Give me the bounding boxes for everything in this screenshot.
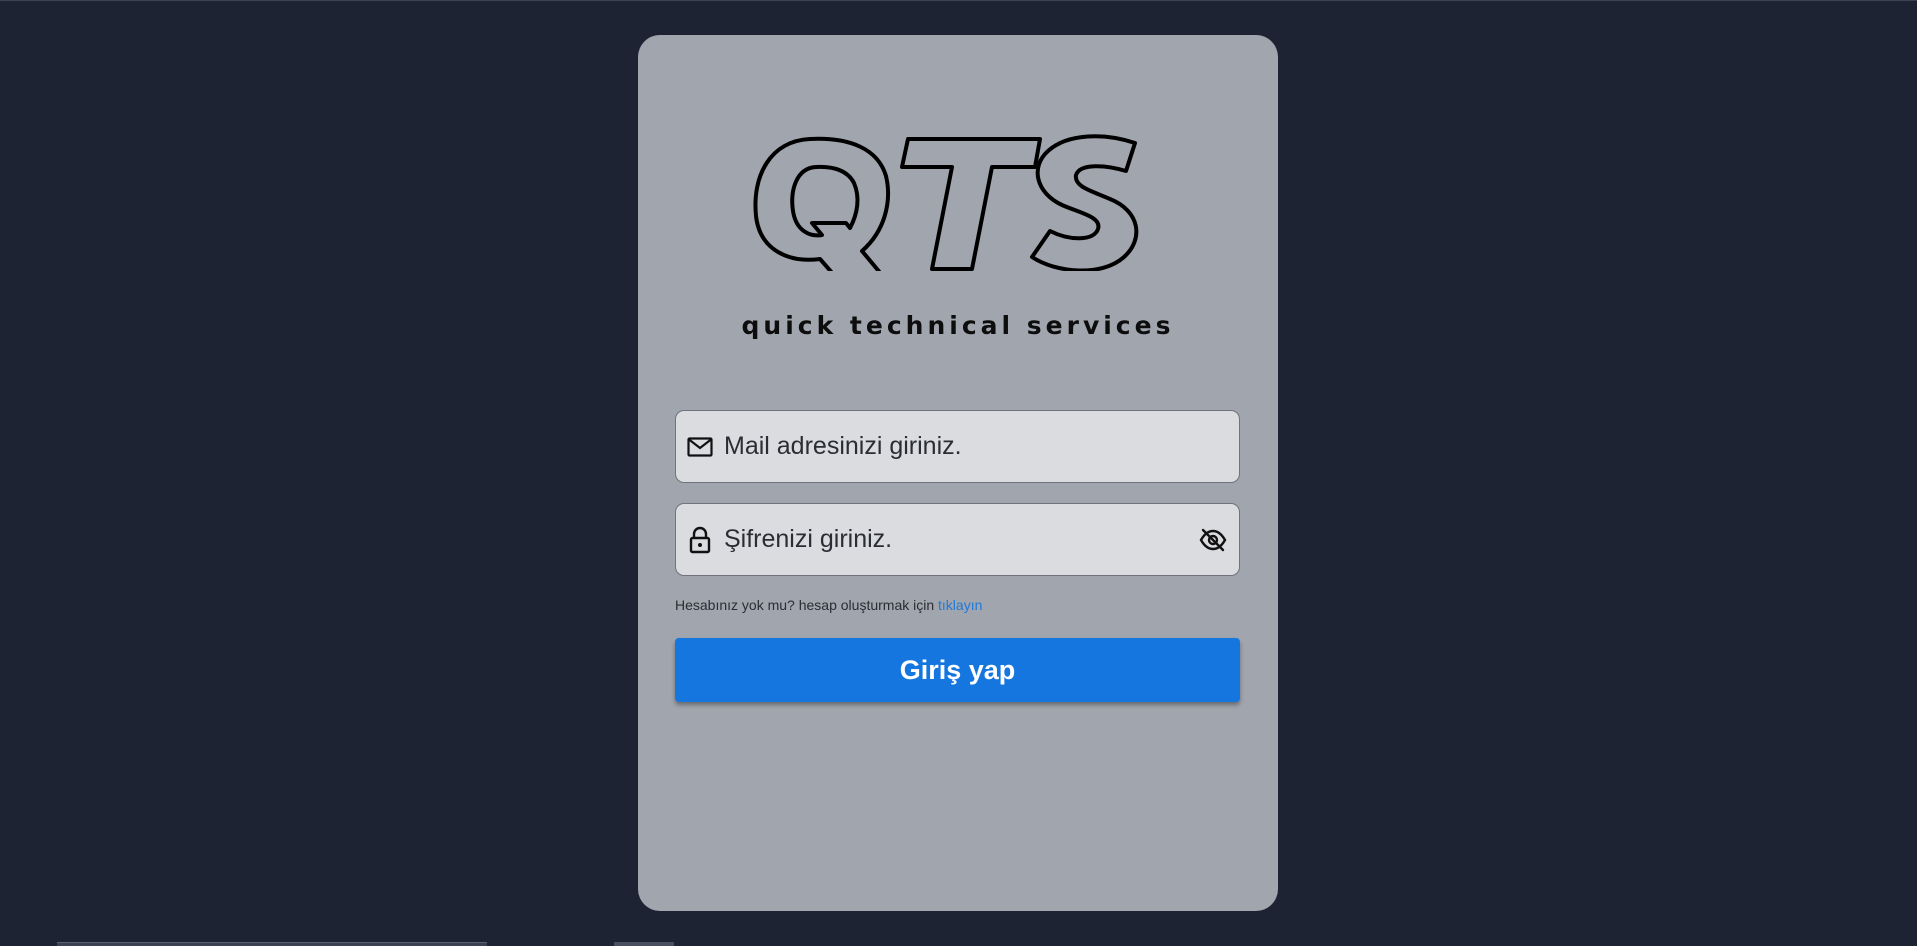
password-input[interactable] [724, 504, 1197, 575]
taskbar-item[interactable] [614, 942, 674, 946]
qts-logo-mark [753, 134, 1139, 271]
email-field[interactable] [675, 410, 1240, 483]
login-button[interactable]: Giriş yap [675, 638, 1240, 702]
qts-logo [750, 131, 1150, 271]
signup-prompt-text: Hesabınız yok mu? hesap oluşturmak için [675, 597, 935, 613]
signup-prompt: Hesabınız yok mu? hesap oluşturmak için … [675, 597, 982, 613]
taskbar-item[interactable] [57, 942, 487, 946]
eye-off-icon[interactable] [1197, 524, 1229, 556]
lock-icon [686, 526, 714, 554]
email-input[interactable] [724, 411, 1239, 482]
login-page: quick technical services Mail adresinizi… [0, 0, 1917, 946]
mail-icon [686, 433, 714, 461]
logo-tagline: quick technical services [741, 311, 1175, 340]
password-field[interactable] [675, 503, 1240, 576]
signup-link[interactable]: tıklayın [938, 597, 982, 613]
login-card: quick technical services Mail adresinizi… [638, 35, 1278, 911]
